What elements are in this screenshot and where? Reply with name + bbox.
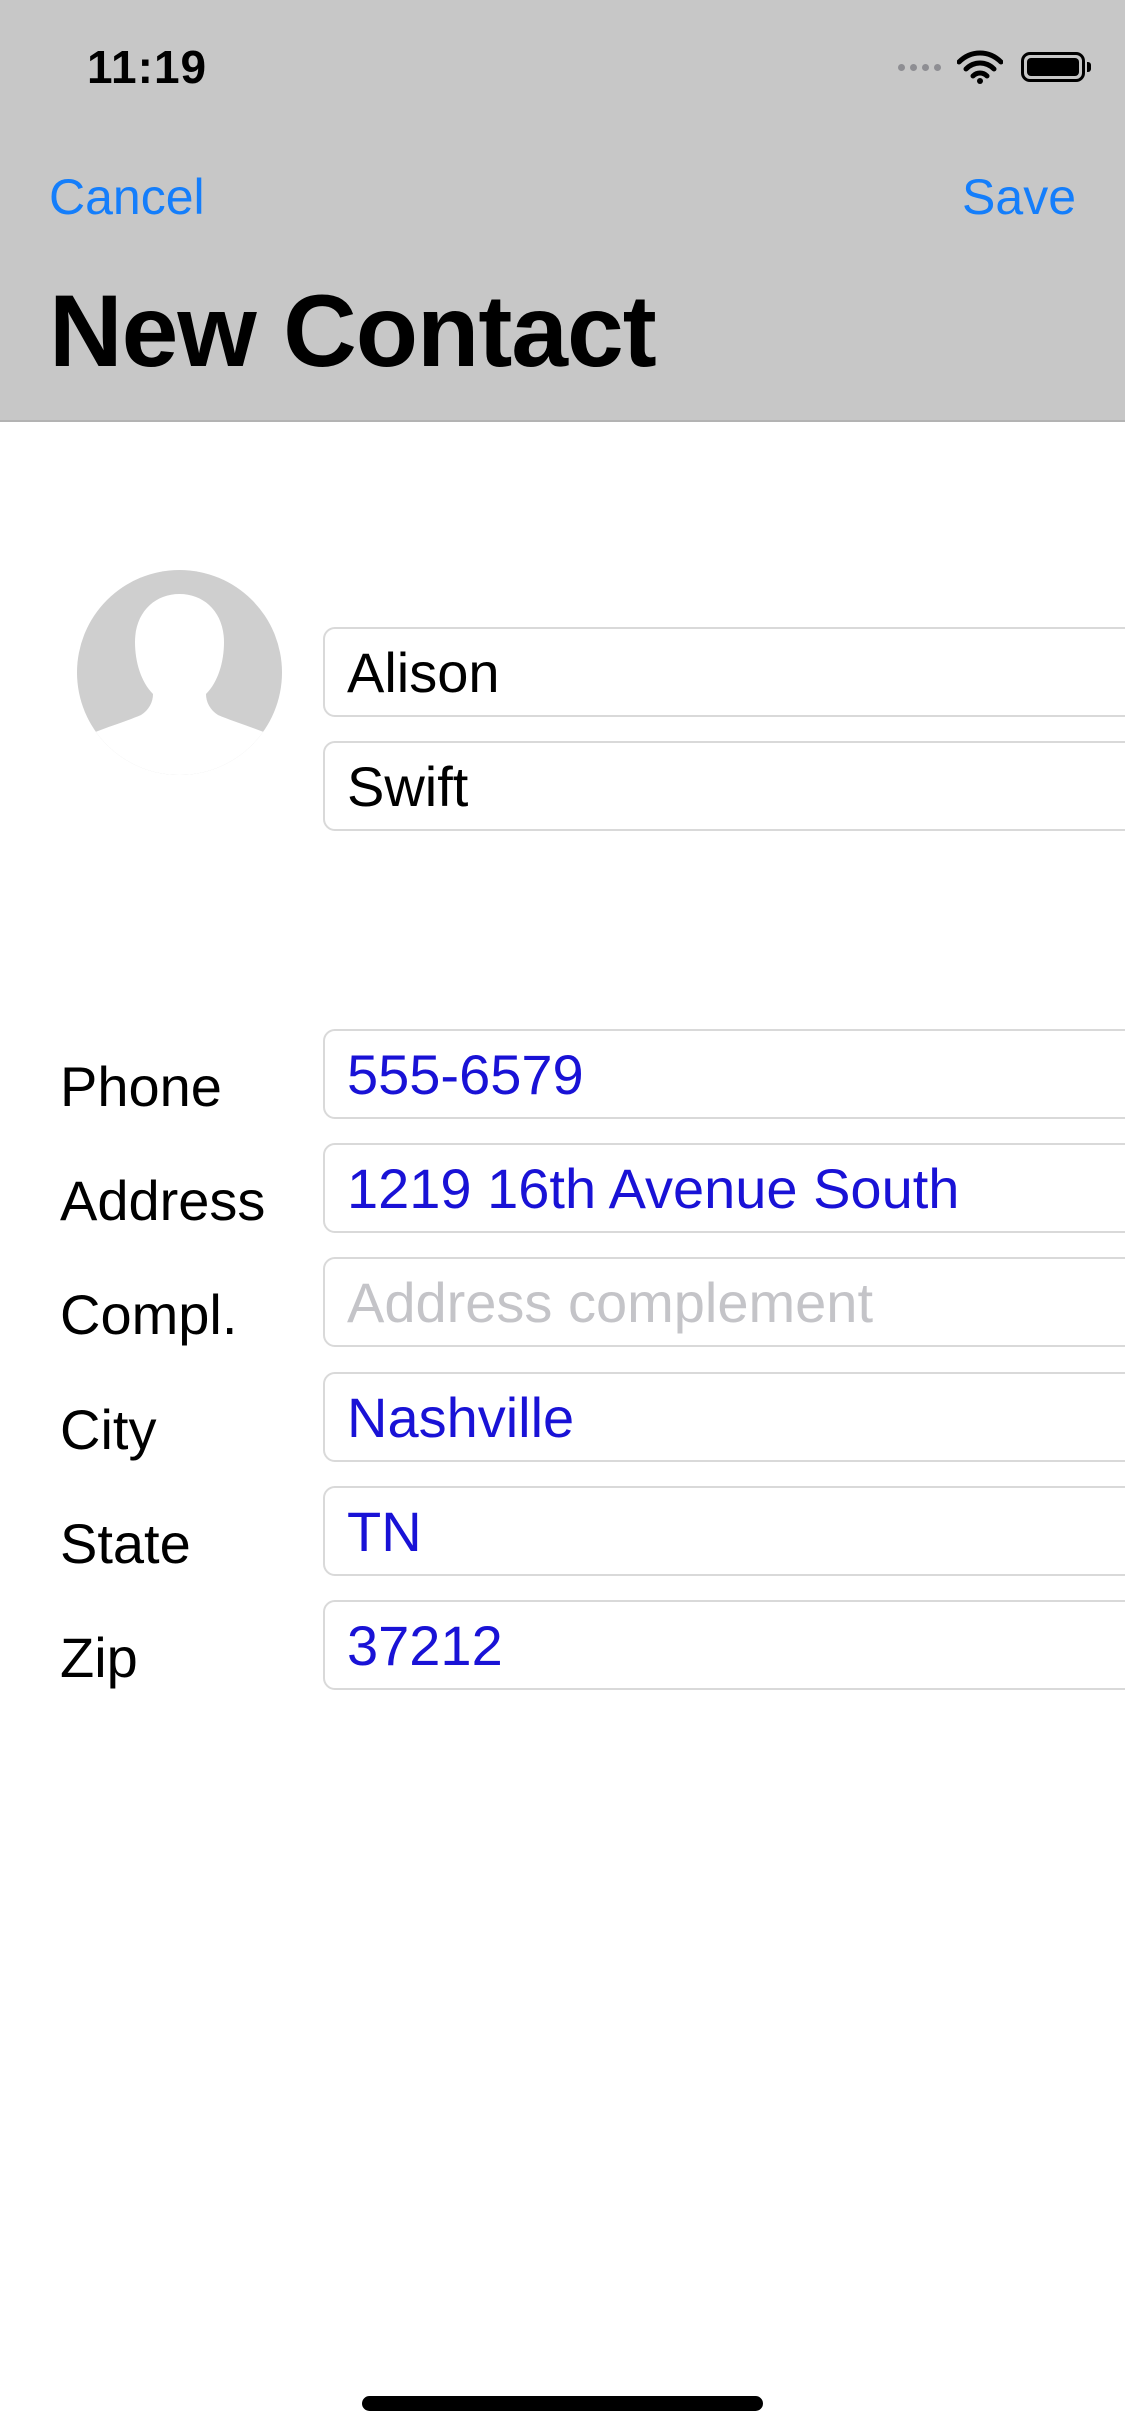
state-label: State: [60, 1512, 191, 1575]
address-complement-field[interactable]: Address complement: [323, 1257, 1125, 1347]
state-field[interactable]: TN: [323, 1486, 1125, 1576]
zip-field[interactable]: 37212: [323, 1600, 1125, 1690]
city-field[interactable]: Nashville: [323, 1372, 1125, 1462]
last-name-field[interactable]: Swift: [323, 741, 1125, 831]
status-icons: [898, 50, 1091, 84]
cellular-signal-icon: [898, 63, 941, 71]
battery-icon: [1021, 52, 1091, 82]
phone-field[interactable]: 555-6579: [323, 1029, 1125, 1119]
wifi-icon: [957, 50, 1003, 84]
address-field[interactable]: 1219 16th Avenue South: [323, 1143, 1125, 1233]
zip-label: Zip: [60, 1626, 138, 1689]
address-label: Address: [60, 1169, 266, 1232]
status-time: 11:19: [87, 41, 208, 93]
page-title: New Contact: [49, 274, 657, 388]
first-name-field[interactable]: Alison: [323, 627, 1125, 717]
complement-label: Compl.: [60, 1283, 238, 1346]
avatar-placeholder-icon[interactable]: [77, 570, 282, 775]
phone-label: Phone: [60, 1055, 222, 1118]
cancel-button[interactable]: Cancel: [49, 168, 205, 226]
city-label: City: [60, 1398, 157, 1461]
navigation-header: 11:19 Cancel Save New Contact: [0, 0, 1125, 422]
save-button[interactable]: Save: [962, 168, 1076, 226]
home-indicator[interactable]: [362, 2396, 763, 2411]
